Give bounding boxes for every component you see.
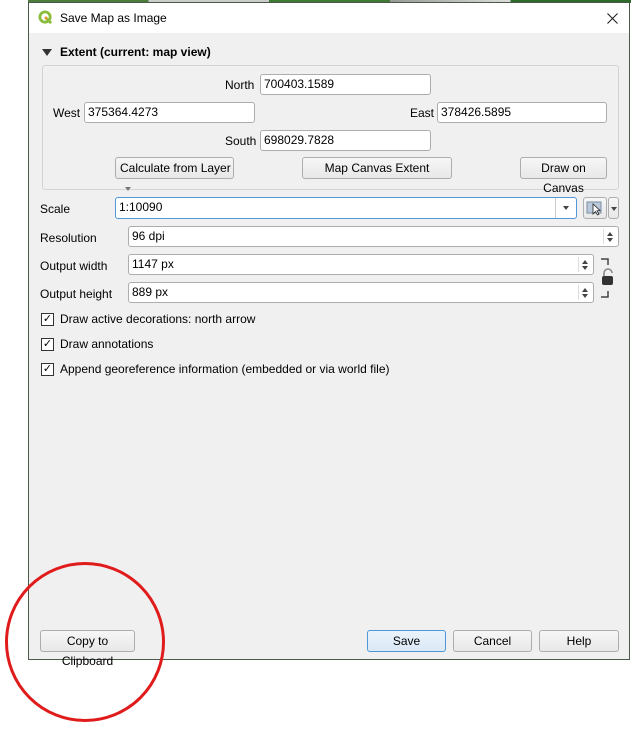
east-label: East xyxy=(410,106,435,120)
output-width-label: Output width xyxy=(40,259,108,273)
close-icon xyxy=(606,12,618,24)
resolution-label: Resolution xyxy=(40,231,97,245)
scale-combobox[interactable]: 1:10090 xyxy=(115,197,577,219)
spin-up-icon xyxy=(607,231,613,236)
draw-decorations-label: Draw active decorations: north arrow xyxy=(60,312,256,326)
west-input[interactable]: 375364.4273 xyxy=(84,102,255,123)
window-title: Save Map as Image xyxy=(60,11,167,25)
title-bar: Save Map as Image xyxy=(29,3,629,33)
map-canvas-extent-button[interactable]: Map Canvas Extent xyxy=(302,157,452,179)
save-map-dialog: Save Map as Image Extent (current: map v… xyxy=(28,2,630,668)
draw-on-canvas-button[interactable]: Draw on Canvas xyxy=(520,157,607,195)
east-input[interactable]: 378426.5895 xyxy=(437,102,607,123)
resolution-spinbox[interactable]: 96 dpi xyxy=(128,226,619,247)
spin-up-icon xyxy=(582,259,588,264)
unlocked-padlock-icon xyxy=(602,268,613,285)
pick-scale-from-map-button[interactable] xyxy=(583,197,607,219)
append-georeference-label: Append georeference information (embedde… xyxy=(60,362,390,376)
output-height-spin-arrows[interactable] xyxy=(578,285,591,300)
resolution-value: 96 dpi xyxy=(132,229,165,243)
output-height-spinbox[interactable]: 889 px xyxy=(128,282,594,303)
spin-down-icon xyxy=(607,237,613,242)
calculate-from-layer-button[interactable]: Calculate from Layer xyxy=(115,157,234,191)
copy-to-clipboard-button[interactable]: Copy to Clipboard xyxy=(40,630,135,668)
draw-annotations-checkbox[interactable]: ✓ xyxy=(41,337,54,351)
south-input[interactable]: 698029.7828 xyxy=(260,130,431,151)
output-width-spin-arrows[interactable] xyxy=(578,257,591,272)
draw-annotations-label: Draw annotations xyxy=(60,337,154,351)
append-georeference-checkbox[interactable]: ✓ xyxy=(41,362,54,376)
close-button[interactable] xyxy=(601,7,623,29)
output-height-label: Output height xyxy=(40,287,113,301)
help-button[interactable]: Help xyxy=(539,630,619,652)
scale-value: 1:10090 xyxy=(119,200,163,214)
map-cursor-icon xyxy=(586,201,602,216)
qgis-logo-icon xyxy=(38,10,53,25)
output-width-value: 1147 px xyxy=(132,257,174,271)
output-width-spinbox[interactable]: 1147 px xyxy=(128,254,594,275)
scale-label: Scale xyxy=(40,202,71,216)
append-georeference-checkbox-row[interactable]: ✓ Append georeference information (embed… xyxy=(41,362,390,376)
extent-group-title: Extent (current: map view) xyxy=(60,45,211,59)
spin-down-icon xyxy=(582,293,588,298)
west-label: West xyxy=(53,106,81,120)
draw-annotations-checkbox-row[interactable]: ✓ Draw annotations xyxy=(41,337,153,351)
north-input[interactable]: 700403.1589 xyxy=(260,74,431,95)
save-button[interactable]: Save xyxy=(367,630,446,652)
aspect-ratio-lock-button[interactable] xyxy=(599,257,615,299)
spin-up-icon xyxy=(582,287,588,292)
chevron-down-icon xyxy=(610,206,617,211)
collapse-triangle-icon xyxy=(42,48,52,56)
north-label: North xyxy=(225,78,255,92)
output-height-value: 889 px xyxy=(132,285,169,299)
scale-dropdown-arrow[interactable] xyxy=(555,198,576,218)
draw-decorations-checkbox[interactable]: ✓ xyxy=(41,312,54,326)
scale-menu-button[interactable] xyxy=(608,197,619,219)
dropdown-arrow-icon xyxy=(125,186,131,191)
south-label: South xyxy=(225,134,257,148)
extent-group-toggle[interactable]: Extent (current: map view) xyxy=(42,45,211,59)
spin-down-icon xyxy=(582,265,588,270)
draw-decorations-checkbox-row[interactable]: ✓ Draw active decorations: north arrow xyxy=(41,312,255,326)
resolution-spin-arrows[interactable] xyxy=(603,229,616,244)
cancel-button[interactable]: Cancel xyxy=(453,630,532,652)
calculate-from-layer-label: Calculate from Layer xyxy=(120,161,231,175)
chevron-down-icon xyxy=(563,206,569,210)
